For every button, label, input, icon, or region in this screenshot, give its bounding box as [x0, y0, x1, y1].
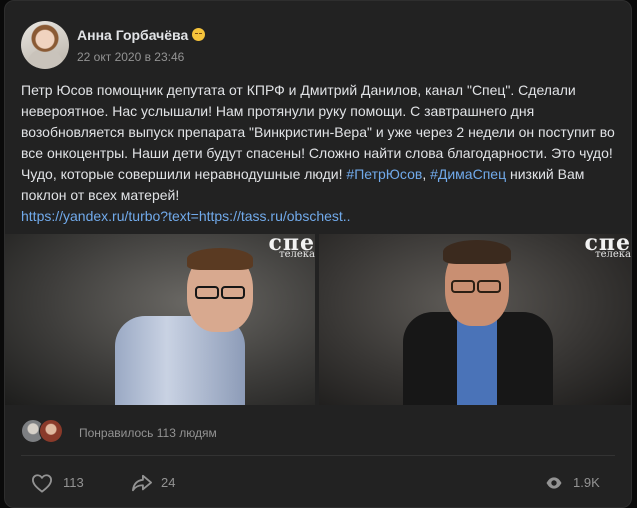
channel-watermark-sub: телека: [595, 249, 631, 260]
person-shirt: [457, 318, 497, 405]
person-glasses: [195, 286, 219, 299]
share-count: 24: [161, 475, 176, 490]
eye-icon: [546, 477, 562, 489]
hashtag-link[interactable]: #ДимаСпец: [430, 166, 506, 182]
post-card: Анна Горбачёва 22 окт 2020 в 23:46 Петр …: [4, 0, 632, 508]
liker-avatar[interactable]: [39, 419, 63, 443]
photo-left[interactable]: спе телека: [5, 234, 315, 405]
channel-watermark-sub: телека: [279, 249, 315, 260]
external-link[interactable]: https://yandex.ru/turbo?text=https://tas…: [21, 208, 351, 224]
share-icon: [132, 474, 152, 492]
person-hair: [443, 240, 511, 264]
hashtag-link[interactable]: #ПетрЮсов: [346, 166, 422, 182]
views-count: 1.9K: [573, 475, 600, 490]
likes-summary[interactable]: Понравилось 113 людям: [79, 426, 217, 440]
person-glasses: [451, 280, 475, 293]
photo-right[interactable]: спе телека: [319, 234, 631, 405]
share-button[interactable]: 24: [131, 473, 191, 493]
author-avatar[interactable]: [21, 21, 69, 69]
heart-icon: [31, 474, 52, 493]
post-media: спе телека спе телека: [5, 234, 631, 405]
views-counter: 1.9K: [545, 473, 615, 493]
like-button[interactable]: 113: [31, 473, 91, 493]
hashtag-separator: ,: [422, 166, 431, 182]
person-glasses: [221, 286, 245, 299]
smiling-face-icon: [192, 28, 206, 41]
post-text: Петр Юсов помощник депутата от КПРФ и Дм…: [21, 80, 619, 227]
post-date[interactable]: 22 окт 2020 в 23:46: [77, 50, 184, 64]
divider: [21, 455, 615, 456]
like-count: 113: [63, 475, 84, 490]
author-name-row: Анна Горбачёва: [77, 27, 206, 43]
author-name[interactable]: Анна Горбачёва: [77, 27, 188, 43]
person-hair: [187, 248, 253, 270]
person-glasses: [477, 280, 501, 293]
